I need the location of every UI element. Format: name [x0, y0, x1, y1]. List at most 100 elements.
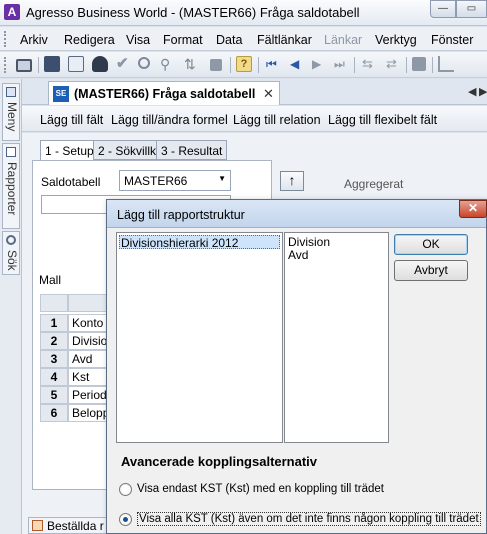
minimize-button[interactable]: — — [430, 0, 456, 18]
copy-icon[interactable] — [68, 56, 84, 72]
menu-arkiv[interactable]: Arkiv — [20, 33, 48, 47]
merge-icon[interactable]: ⇄ — [386, 56, 402, 72]
menu-fonster[interactable]: Fönster — [431, 33, 473, 47]
print-icon[interactable] — [16, 59, 32, 72]
window-title: Agresso Business World - (MASTER66) Fråg… — [26, 5, 360, 20]
aggregation-panel: ↑ Aggregerat — [273, 166, 487, 196]
saldotabell-select[interactable]: MASTER66 ▼ — [119, 170, 231, 191]
radio-button[interactable] — [119, 483, 132, 496]
toolbar-grip-icon — [4, 57, 8, 73]
table-row[interactable]: 2 Division — [40, 332, 110, 350]
table-row[interactable]: 6 Belopp — [40, 404, 110, 422]
list-item: Division — [288, 235, 331, 249]
menu-visa[interactable]: Visa — [126, 33, 150, 47]
row-field-name[interactable]: Kst — [68, 368, 110, 386]
side-tab-meny[interactable]: Meny — [2, 83, 20, 141]
tab-scroll-left-icon[interactable]: ◀ — [468, 85, 476, 98]
tab-sokvillk[interactable]: 2 - Sökvillk — [93, 140, 162, 160]
help-icon[interactable]: ? — [236, 56, 252, 72]
dialog-close-button[interactable]: ✕ — [459, 200, 487, 218]
stop-icon[interactable] — [210, 59, 222, 71]
saldotabell-value: MASTER66 — [124, 174, 188, 188]
check-icon[interactable]: ✔ — [116, 56, 132, 72]
table-row[interactable]: 4 Kst — [40, 368, 110, 386]
menu-grip-icon — [4, 31, 8, 47]
first-record-icon[interactable]: ⏮ — [266, 56, 282, 72]
table-row[interactable]: 1 Konto — [40, 314, 110, 332]
row-number: 1 — [40, 314, 68, 332]
maximize-button[interactable]: ▭ — [456, 0, 487, 18]
row-number: 5 — [40, 386, 68, 404]
add-flexible-field-action[interactable]: Lägg till flexibelt fält — [328, 113, 437, 127]
row-field-name[interactable]: Period — [68, 386, 110, 404]
radio-label: Visa alla KST (Kst) även om det inte fin… — [137, 512, 481, 526]
previous-record-icon[interactable]: ◀ — [290, 56, 306, 72]
tab-setup[interactable]: 1 - Setup — [40, 140, 99, 161]
save-icon[interactable] — [44, 56, 60, 72]
saldotabell-label: Saldotabell — [41, 175, 101, 189]
document-icon: SE — [53, 86, 69, 102]
mall-label: Mall — [39, 273, 62, 287]
row-field-name[interactable]: Konto — [68, 314, 110, 332]
menu-verktyg[interactable]: Verktyg — [375, 33, 417, 47]
menu-lankar[interactable]: Länkar — [324, 33, 362, 47]
grid-icon[interactable] — [412, 57, 426, 71]
toolbar: ✔ ⚲ ⇅ ? ⏮ ◀ ▶ ⏭ ⇆ ⇄ — [0, 52, 487, 78]
menu-format[interactable]: Format — [163, 33, 203, 47]
add-relation-action[interactable]: Lägg till relation — [233, 113, 321, 127]
menu-icon — [6, 87, 16, 97]
side-tab-sok[interactable]: Sök — [2, 231, 20, 275]
table-row[interactable]: 3 Avd — [40, 350, 110, 368]
radio-label: Visa endast KST (Kst) med en koppling ti… — [137, 483, 384, 495]
tab-resultat[interactable]: 3 - Resultat — [156, 140, 228, 160]
zoom-icon[interactable] — [138, 57, 150, 69]
close-tab-icon[interactable]: ✕ — [263, 86, 274, 102]
row-field-name[interactable]: Division — [68, 332, 110, 350]
bottom-tab-bestallda[interactable]: Beställda r — [28, 517, 118, 534]
toolbar-separator — [406, 57, 407, 73]
side-tab-label: Meny — [5, 102, 19, 132]
radio-button[interactable] — [119, 513, 132, 526]
menu-redigera[interactable]: Redigera — [64, 33, 115, 47]
add-field-action[interactable]: Lägg till fält — [40, 113, 103, 127]
chart-icon[interactable] — [438, 56, 454, 72]
search-icon — [6, 235, 16, 245]
ok-button[interactable]: OK — [394, 234, 468, 255]
bottom-tab-label: Beställda r — [47, 519, 104, 533]
side-tab-label: Sök — [5, 250, 19, 271]
order-icon — [32, 520, 43, 531]
toolbar-separator — [354, 57, 355, 73]
grid-corner — [40, 294, 68, 312]
side-tab-rapporter[interactable]: Rapporter — [2, 143, 20, 229]
table-header-row — [40, 294, 110, 312]
menu-data[interactable]: Data — [216, 33, 242, 47]
cancel-button[interactable]: Avbryt — [394, 260, 468, 281]
row-field-name[interactable]: Avd — [68, 350, 110, 368]
add-formula-action[interactable]: Lägg till/ändra formel — [111, 113, 228, 127]
tab-scroll-right-icon[interactable]: ▶ — [479, 85, 487, 98]
menu-faltlankar[interactable]: Fältlänkar — [257, 33, 312, 47]
side-rail: Meny Rapporter Sök — [0, 79, 22, 534]
toolbar-separator — [230, 57, 231, 73]
find-icon[interactable] — [92, 56, 108, 72]
chevron-down-icon: ▼ — [218, 174, 226, 183]
next-record-icon[interactable]: ▶ — [312, 56, 328, 72]
add-report-structure-dialog: Lägg till rapportstruktur ✕ Divisionshie… — [106, 199, 487, 534]
table-row[interactable]: 5 Period — [40, 386, 110, 404]
move-up-button[interactable]: ↑ — [280, 171, 304, 191]
filter-icon[interactable]: ⚲ — [160, 56, 176, 72]
document-tab[interactable]: SE (MASTER66) Fråga saldotabell ✕ — [48, 81, 280, 105]
structure-list[interactable]: Divisionshierarki 2012 — [116, 232, 283, 443]
row-field-name[interactable]: Belopp — [68, 404, 110, 422]
structure-levels-list[interactable]: Division Avd — [284, 232, 389, 443]
last-record-icon[interactable]: ⏭ — [334, 56, 350, 72]
toolbar-separator — [38, 57, 39, 73]
app-logo-icon: A — [4, 4, 20, 20]
toolbar-separator — [432, 57, 433, 73]
sort-icon[interactable]: ⇅ — [184, 56, 200, 72]
list-item[interactable]: Divisionshierarki 2012 — [119, 235, 280, 250]
menu-bar: Arkiv Redigera Visa Format Data Fältlänk… — [0, 27, 487, 51]
split-icon[interactable]: ⇆ — [362, 56, 378, 72]
toolbar-separator — [258, 57, 259, 73]
dialog-title-bar: Lägg till rapportstruktur ✕ — [107, 200, 487, 228]
